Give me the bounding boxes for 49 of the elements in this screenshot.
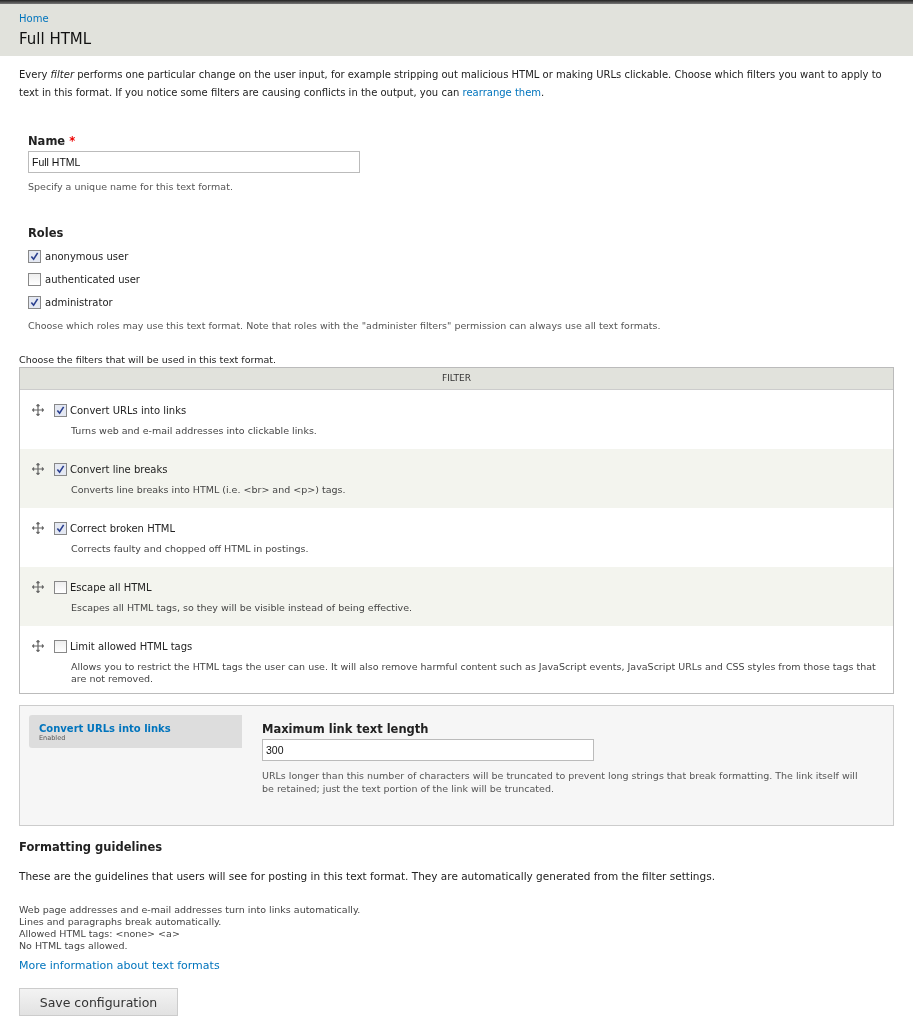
filter-description: Corrects faulty and chopped off HTML in postings.: [71, 543, 310, 555]
roles-description: Choose which roles may use this text format. Note that roles with the "administer filters" permission can always use all text formats.: [28, 319, 662, 332]
page-title: Full HTML: [19, 30, 93, 48]
length-input[interactable]: 300: [262, 739, 594, 761]
checkbox[interactable]: [54, 463, 67, 476]
table-header: FILTER: [20, 368, 893, 390]
field-description: URLs longer than this number of characters will be truncated to prevent long strings that break formatting. The link itself will be retained; just the text portion of the link will be truncated.: [262, 769, 859, 795]
checkbox[interactable]: [54, 640, 67, 653]
role-label: anonymous user: [45, 250, 129, 262]
required-mark: *: [69, 134, 76, 148]
checkbox[interactable]: [28, 295, 41, 309]
name-input[interactable]: Full HTML: [28, 151, 360, 173]
field-label: Maximum link text length: [262, 722, 430, 736]
filter-label: Limit allowed HTML tags: [70, 641, 193, 652]
drag-handle-icon[interactable]: [32, 522, 44, 534]
drag-handle-icon[interactable]: [32, 404, 44, 416]
filter-label: Convert URLs into links: [70, 405, 187, 416]
checkbox[interactable]: [54, 404, 67, 417]
filters-caption: Choose the filters that will be used in this text format.: [19, 354, 278, 365]
guideline-tip: No HTML tags allowed.: [19, 940, 129, 952]
checkbox[interactable]: [54, 522, 67, 535]
field-description: Specify a unique name for this text format.: [28, 180, 234, 193]
drag-handle-icon[interactable]: [32, 640, 44, 652]
field-label: Name: [28, 134, 66, 148]
filter-label: Convert line breaks: [70, 464, 168, 475]
checkbox[interactable]: [28, 249, 41, 263]
guideline-tip: Lines and paragraphs break automatically.: [19, 916, 223, 928]
guideline-tip: Allowed HTML tags: <none> <a>: [19, 928, 181, 940]
filter-label: Escape all HTML: [70, 582, 152, 593]
drag-handle-icon[interactable]: [32, 581, 44, 593]
filter-description: Allows you to restrict the HTML tags the user can use. It will also remove harmful content such as JavaScript events, JavaScript URLs and CSS styles from those tags that are not removed.: [71, 661, 877, 685]
breadcrumb-link[interactable]: Home: [19, 13, 49, 24]
intro-text: Every filter performs one particular change on the user input, for example stripping out malicious HTML or making URLs clickable. Choose which filters you want to apply to text in this format. If you notice some filters are causing conflicts in the output, you can rearrange them.: [19, 68, 883, 100]
rearrange-link[interactable]: rearrange them: [462, 87, 542, 98]
filter-description: Turns web and e-mail addresses into clickable links.: [71, 425, 318, 437]
checkbox[interactable]: [54, 581, 67, 594]
guideline-tip: Web page addresses and e-mail addresses turn into links automatically.: [19, 904, 362, 916]
drag-handle-icon[interactable]: [32, 463, 44, 475]
filter-description: Escapes all HTML tags, so they will be visible instead of being effective.: [71, 602, 414, 614]
save-button[interactable]: Save configuration: [19, 988, 178, 1016]
filter-description: Converts line breaks into HTML (i.e. <br> and <p>) tags.: [71, 484, 347, 496]
more-info-link[interactable]: More information about text formats: [19, 959, 220, 972]
guidelines-description: These are the guidelines that users will see for posting in this text format. They are automatically generated from the filter settings.: [19, 870, 716, 882]
roles-label: Roles: [28, 226, 65, 240]
role-label: administrator: [45, 296, 113, 308]
role-label: authenticated user: [45, 273, 140, 285]
section-title: Formatting guidelines: [19, 840, 164, 854]
filter-label: Correct broken HTML: [70, 523, 175, 534]
checkbox[interactable]: [28, 272, 41, 286]
